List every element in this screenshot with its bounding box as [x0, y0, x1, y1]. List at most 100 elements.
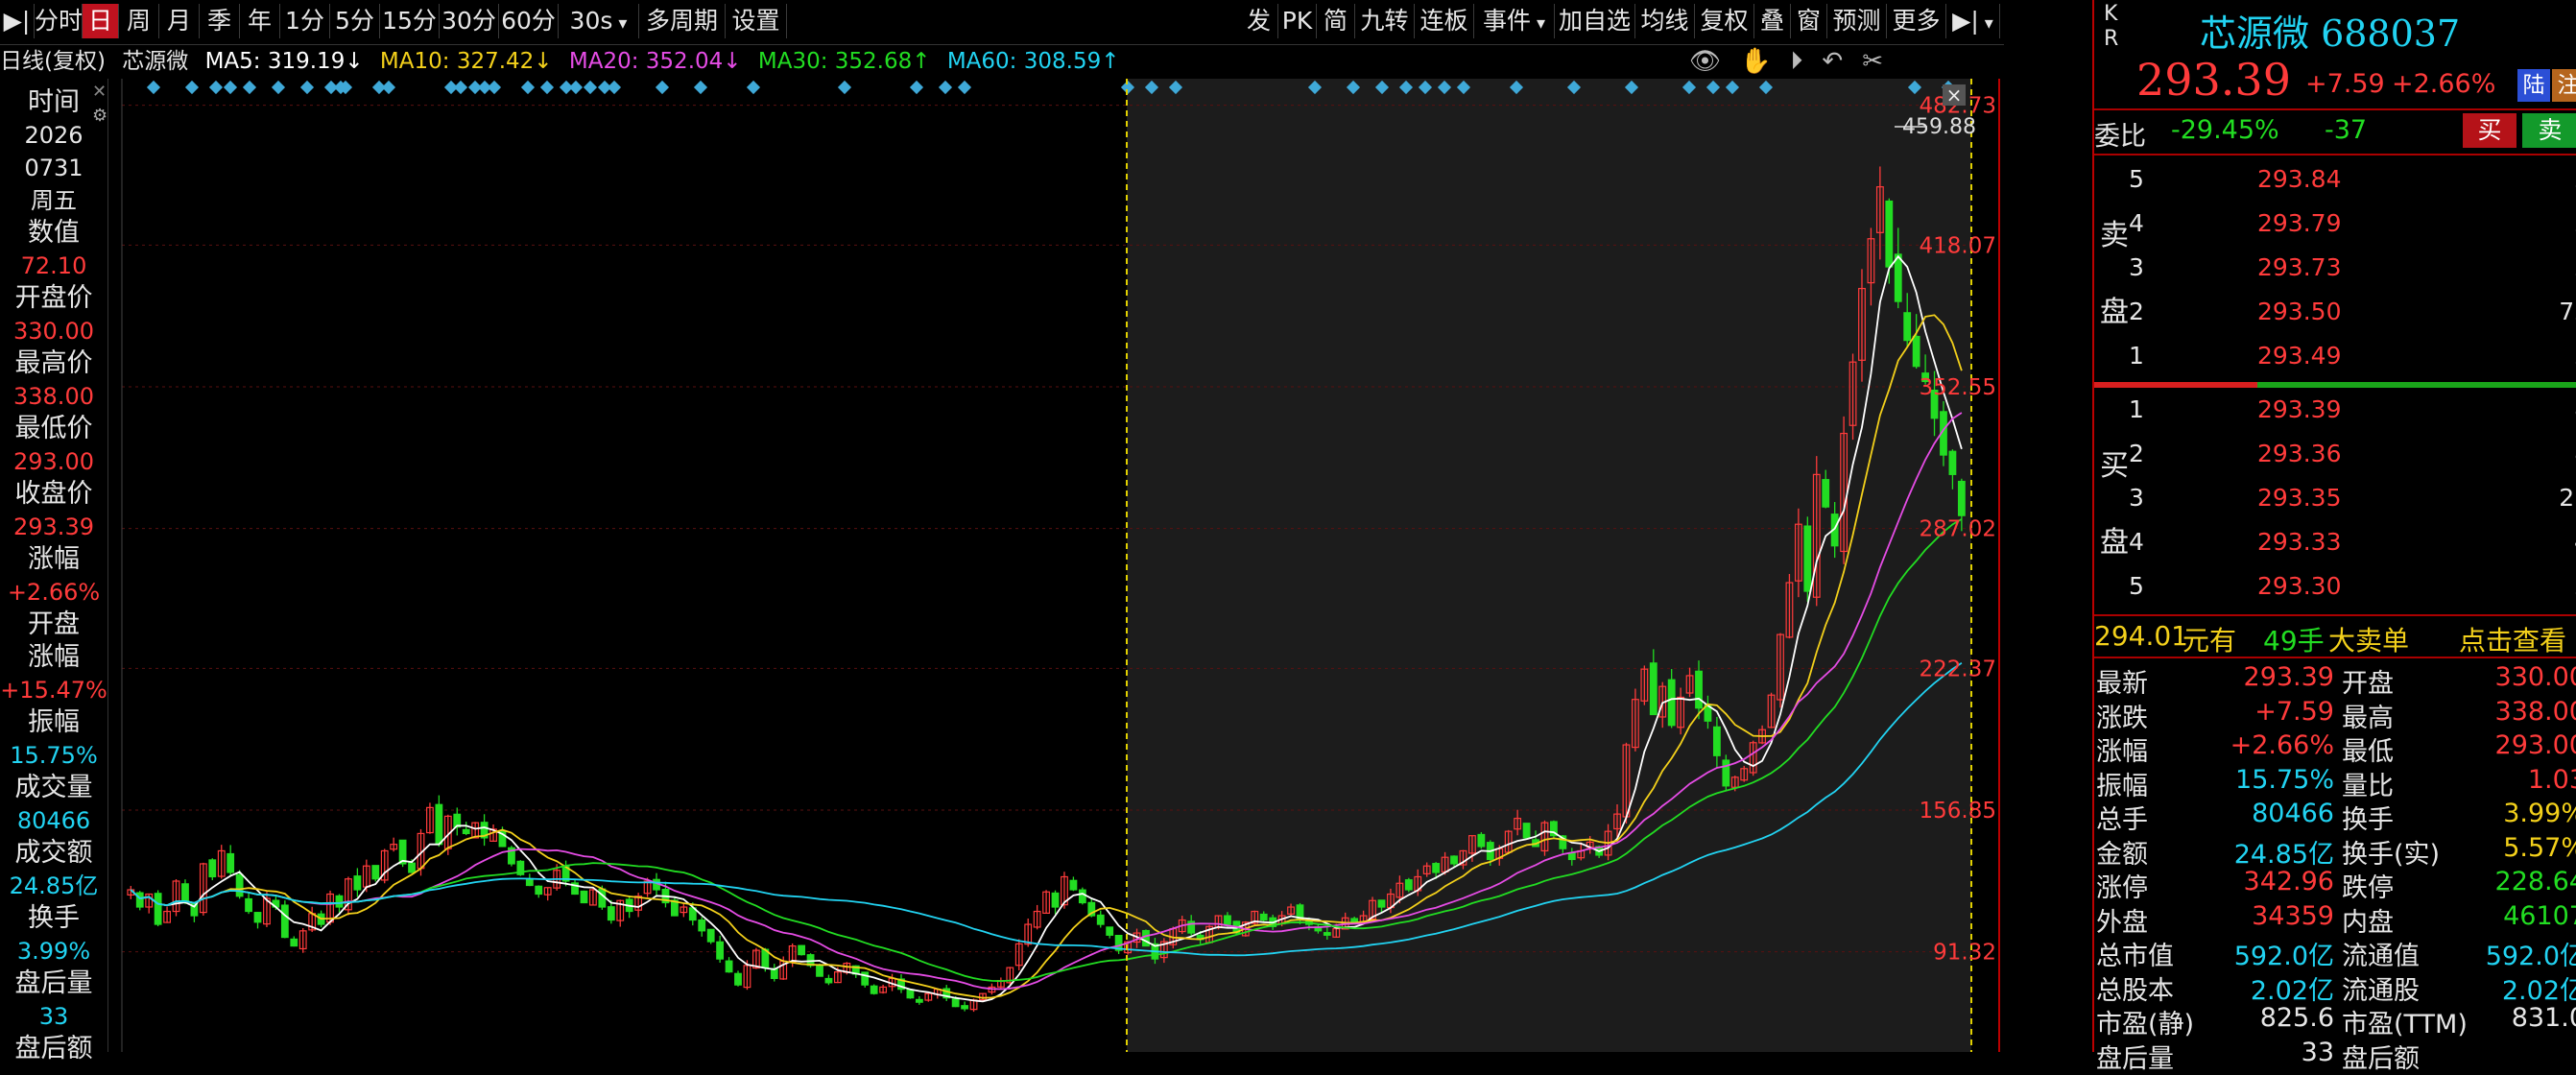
period-1m[interactable]: 1分: [280, 4, 330, 38]
scissors-icon[interactable]: ✂: [1862, 47, 1893, 76]
candle[interactable]: [906, 989, 915, 999]
tool-jiuzhuan[interactable]: 九转: [1355, 4, 1415, 38]
sell-level-level: 4: [2129, 209, 2144, 237]
period-year[interactable]: 年: [240, 4, 280, 38]
stat-value: 1.03: [2527, 764, 2576, 795]
tool-add-watchlist[interactable]: 加自选: [1555, 4, 1635, 38]
buy-level-price[interactable]: 293.35: [2257, 484, 2341, 512]
last-price: 293.39: [2136, 54, 2291, 106]
expand-icon[interactable]: ▶|: [1946, 4, 2000, 38]
price-axis-label: 222.37: [1920, 657, 1996, 681]
period-15m[interactable]: 15分: [380, 4, 440, 38]
buy-level-level: 1: [2129, 395, 2144, 423]
info-label: 最高价: [14, 348, 93, 378]
buy-button[interactable]: 买: [2463, 113, 2516, 148]
info-value: 2026 0731 周五: [24, 122, 83, 214]
info-value: +2.66%: [7, 579, 101, 606]
tool-window[interactable]: 窗: [1791, 4, 1827, 38]
close-chart-icon[interactable]: ×: [1943, 84, 1966, 107]
info-value: 293.39: [13, 514, 94, 540]
candle[interactable]: [508, 846, 515, 867]
multi-period[interactable]: 多周期: [639, 4, 726, 38]
candle[interactable]: [1803, 516, 1812, 603]
buy-level-level: 4: [2129, 528, 2144, 556]
info-value: 80466: [16, 807, 91, 834]
candle[interactable]: [1522, 823, 1531, 840]
sell-level-price[interactable]: 293.79: [2257, 209, 2341, 237]
tool-lianban[interactable]: 连板: [1415, 4, 1474, 38]
period-30m[interactable]: 30分: [440, 4, 499, 38]
period-day[interactable]: 日: [83, 4, 119, 38]
tool-events[interactable]: 事件: [1474, 4, 1555, 38]
info-value: 338.00: [13, 383, 94, 410]
stat-label: 内盘: [2342, 907, 2394, 938]
big-order-link[interactable]: 点击查看: [2459, 620, 2566, 658]
candle[interactable]: [798, 944, 806, 956]
tool-pk[interactable]: PK: [1278, 4, 1317, 38]
buy-level-price[interactable]: 293.30: [2257, 572, 2341, 600]
candle[interactable]: [280, 900, 289, 939]
buy-level-level: 3: [2129, 484, 2144, 512]
period-quarter[interactable]: 季: [200, 4, 240, 38]
candle[interactable]: [706, 928, 715, 944]
ma5-value: MA5: 319.19↓: [204, 49, 364, 74]
stat-value: 330.00: [2494, 662, 2576, 692]
sell-level-level: 1: [2129, 342, 2144, 370]
hand-icon[interactable]: ✋: [1740, 47, 1780, 76]
sell-level-price[interactable]: 293.84: [2257, 165, 2341, 193]
buy-level-price[interactable]: 293.36: [2257, 440, 2341, 467]
stat-value: 3.99%: [2503, 799, 2576, 828]
candle[interactable]: [1404, 877, 1413, 893]
stat-label: 振幅: [2096, 771, 2148, 801]
zhu-tag[interactable]: 注: [2552, 69, 2576, 102]
play-icon[interactable]: ⏵: [1790, 47, 1812, 76]
tool-overlay[interactable]: 叠: [1754, 4, 1791, 38]
candle[interactable]: [208, 858, 217, 881]
candle[interactable]: [1550, 820, 1558, 839]
buy-level-price[interactable]: 293.33: [2257, 528, 2341, 556]
info-value: 3.99%: [16, 938, 91, 965]
tool-forecast[interactable]: 预测: [1827, 4, 1887, 38]
candle[interactable]: [1722, 754, 1730, 791]
candle[interactable]: [580, 890, 588, 904]
candle[interactable]: [516, 860, 525, 876]
tool-ma[interactable]: 均线: [1635, 4, 1695, 38]
candle[interactable]: [154, 890, 162, 927]
candle[interactable]: [734, 970, 742, 987]
settings[interactable]: 设置: [726, 4, 787, 38]
tool-jian[interactable]: 简: [1317, 4, 1355, 38]
period-month[interactable]: 月: [159, 4, 200, 38]
tool-adjust[interactable]: 复权: [1695, 4, 1754, 38]
info-value: 293.00: [13, 448, 94, 475]
candle[interactable]: [135, 891, 144, 911]
chart-mode[interactable]: 日线(复权): [0, 49, 106, 74]
stat-value: 24.85亿: [2233, 839, 2334, 870]
sell-button[interactable]: 卖: [2522, 113, 2576, 148]
collapse-icon[interactable]: ▶|: [0, 4, 35, 38]
period-week[interactable]: 周: [119, 4, 159, 38]
sell-level-price[interactable]: 293.49: [2257, 342, 2341, 370]
period-30s[interactable]: 30s: [559, 4, 639, 38]
period-5m[interactable]: 5分: [330, 4, 380, 38]
tool-fa[interactable]: 发: [1240, 4, 1278, 38]
price-axis-label: 418.07: [1920, 233, 1996, 258]
stat-label: 换手(实): [2342, 839, 2441, 870]
buy-level-price[interactable]: 293.39: [2257, 395, 2341, 423]
sell-level-price[interactable]: 293.73: [2257, 253, 2341, 281]
sell-level-level: 3: [2129, 253, 2144, 281]
info-value: 33: [38, 1003, 69, 1030]
candle[interactable]: [671, 896, 679, 917]
eye-icon[interactable]: 👁: [1689, 47, 1730, 76]
tool-more[interactable]: 更多: [1887, 4, 1946, 38]
candle[interactable]: [371, 865, 380, 882]
kline-chart[interactable]: 482.73418.07352.55287.02222.37156.8591.3…: [0, 79, 2004, 1052]
candle[interactable]: [1078, 887, 1086, 905]
candle[interactable]: [870, 984, 878, 995]
period-timeshare[interactable]: 分时: [35, 4, 83, 38]
candle[interactable]: [1477, 832, 1486, 849]
buy-side-label: 买 盘: [2100, 449, 2129, 560]
period-60m[interactable]: 60分: [499, 4, 559, 38]
undo-icon[interactable]: ↶: [1822, 47, 1852, 76]
sell-level-price[interactable]: 293.50: [2257, 298, 2341, 325]
lu-tag[interactable]: 陆: [2517, 69, 2550, 102]
